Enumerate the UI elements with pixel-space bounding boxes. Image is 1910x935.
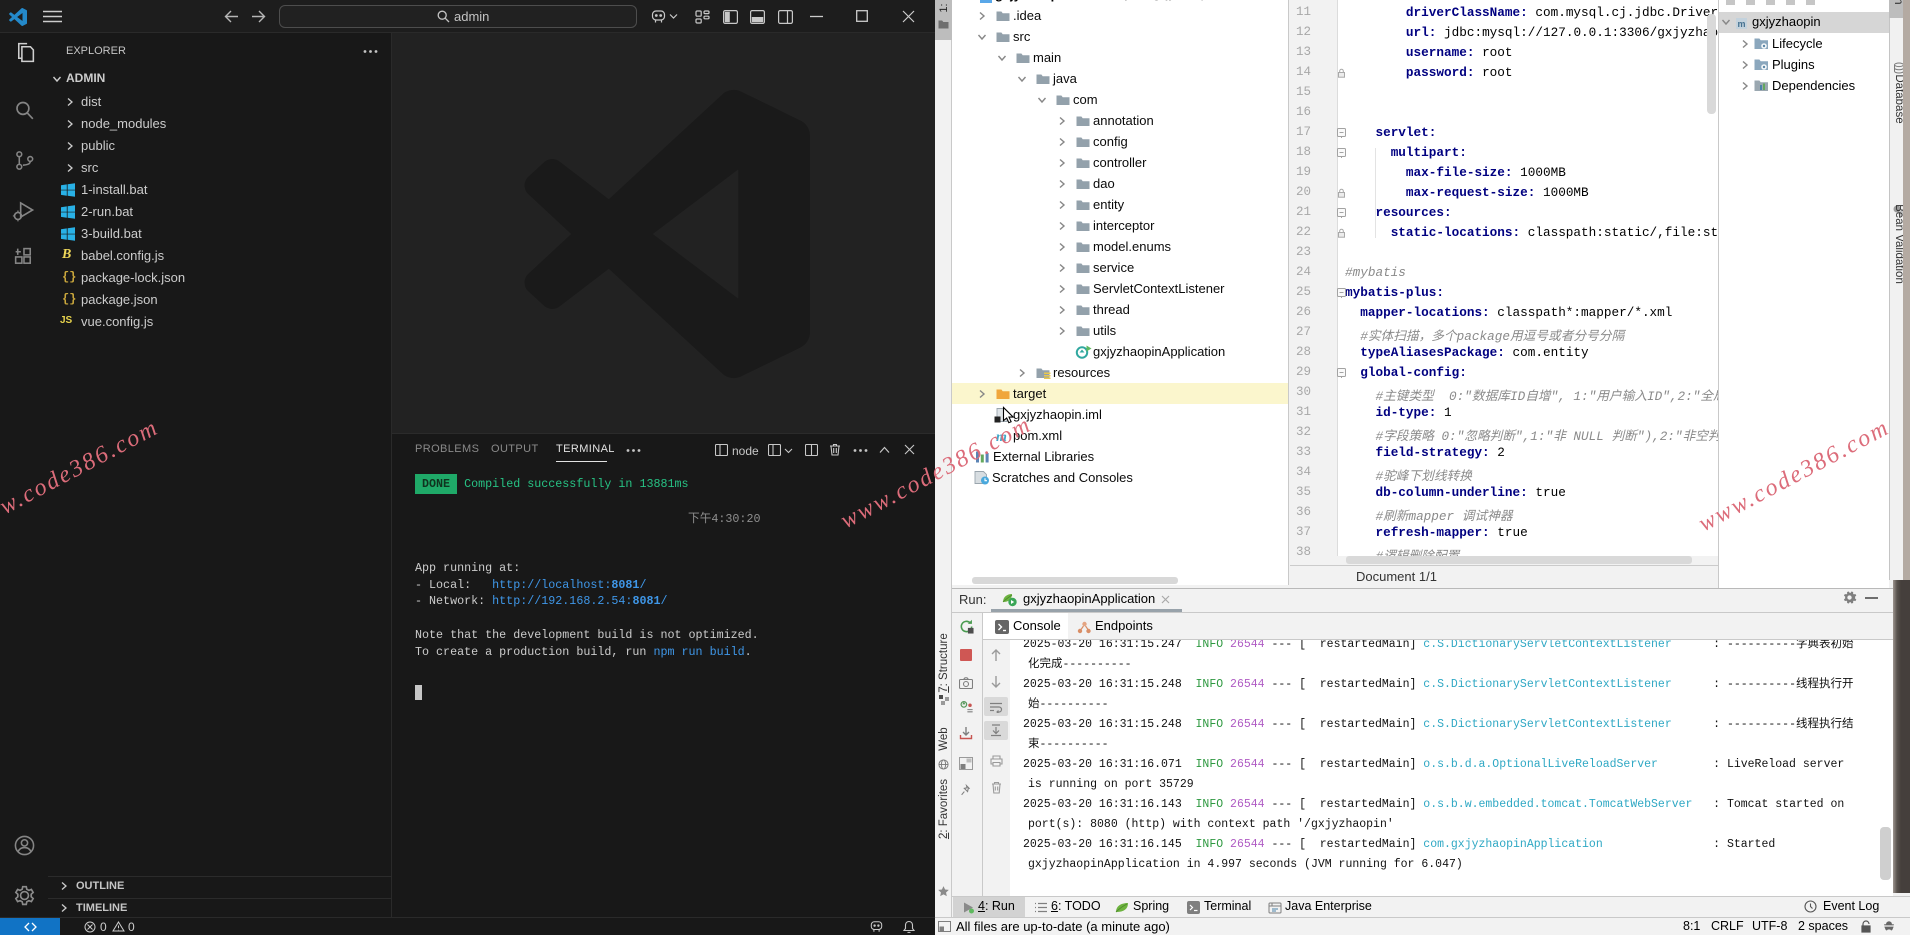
svg-text:m: m [1738, 19, 1746, 29]
